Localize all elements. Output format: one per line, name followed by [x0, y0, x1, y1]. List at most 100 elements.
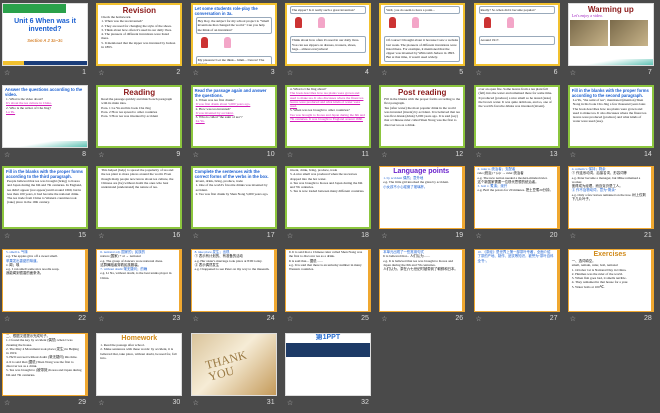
slide-thumbnail-28[interactable]: Exercises 一、选词填空。 smell, remain, ruler, bo… — [567, 249, 654, 312]
slide-thumbnail-15[interactable]: Fill in the blanks with the proper forms… — [2, 166, 88, 229]
slide-thumbnail-cell: Unit 6 When was it invented? Section A 2 … — [2, 3, 90, 83]
slide-transition-star-icon[interactable]: ☆ — [98, 399, 104, 407]
slide-transition-star-icon[interactable]: ☆ — [98, 151, 104, 159]
girl-figure — [223, 36, 231, 48]
slide-transition-star-icon[interactable]: ☆ — [476, 232, 482, 240]
slide-transition-star-icon[interactable]: ☆ — [4, 399, 10, 407]
slide-text: 3. A nice smell was produced when the te… — [289, 172, 357, 181]
slide-thumbnail-20[interactable]: 2. ruler n. 统治者；支配者 rule (统治) + (e)r → ru… — [473, 166, 560, 229]
slide-thumbnail-cell: Fill in the blanks with the proper forms… — [2, 166, 90, 246]
slide-text: over an open fire. Some leaves from a te… — [478, 87, 553, 109]
slide-title: Revision — [122, 6, 156, 15]
slide-thumbnail-31[interactable]: THANK YOU — [190, 333, 277, 396]
slide-text: e.g. Boil the potato for 20 minutes. 把土豆… — [477, 188, 553, 193]
slide-thumbnail-10[interactable]: Read the passage again and answer the qu… — [190, 85, 277, 148]
slide-thumbnail-8[interactable]: Answer the questions according to the vi… — [2, 85, 88, 148]
slide-text: 1. One of the world's favorite drinks wa… — [195, 183, 268, 192]
slide-transition-star-icon[interactable]: ☆ — [476, 151, 482, 159]
slide-transition-star-icon[interactable]: ☆ — [4, 69, 10, 77]
slide-transition-star-icon[interactable]: ☆ — [570, 69, 576, 77]
slide-transition-star-icon[interactable]: ☆ — [570, 232, 576, 240]
slide-transition-star-icon[interactable]: ☆ — [381, 232, 387, 240]
slide-thumbnail-cell: 5. smell n. 气味 e.g. The apples give off a… — [2, 249, 90, 329]
speech-bubble: The zipper? Is it really such a great in… — [289, 6, 366, 15]
slide-thumbnail-2[interactable]: Revision Check the homework. 1. When was t… — [96, 3, 183, 66]
slide-thumbnail-3[interactable]: Let some students role-play the conversa… — [190, 3, 277, 66]
slide-thumbnail-29[interactable]: 二、根据汉语提示完成句子。 1. I found the key by accid… — [2, 333, 88, 396]
slide-transition-star-icon[interactable]: ☆ — [98, 315, 104, 323]
slide-thumbnail-6[interactable]: Really? So when did it become popular? Ar… — [473, 3, 560, 66]
slide-text: 9. It is said that a Chinese ruler calle… — [288, 250, 363, 259]
slide-transition-star-icon[interactable]: ☆ — [381, 315, 387, 323]
slide-text: The book describes how tea plants were g… — [289, 91, 364, 109]
slide-thumbnail-22[interactable]: 5. smell n. 气味 e.g. The apples give off a… — [2, 249, 88, 312]
slide-transition-star-icon[interactable]: ☆ — [4, 232, 10, 240]
slide-transition-star-icon[interactable]: ☆ — [98, 69, 104, 77]
slide-thumbnail-21[interactable]: 4. remain v. 保持；剩余 ① 作连系动词，后接名词、形容词等 e.g. … — [567, 166, 654, 229]
slide-text: 2. Make sentences with these words: by a… — [100, 347, 177, 360]
slide-text: Tea (after water) the most popular drink… — [384, 105, 460, 127]
slide-thumbnail-27[interactable]: 10. 《茶经》是世界上第一部茶叶专著，全面介绍了茶的产地、制作、品饮等知识，被… — [473, 249, 560, 312]
slide-text: 5. Tea is now traded between many differ… — [289, 189, 365, 194]
slide-thumbnail-cell: invent, drink, bring, produce, trade 3. A… — [284, 166, 373, 246]
slide-thumbnail-5[interactable]: Well, you do seem to have a point... Of c… — [379, 3, 466, 66]
slide-thumbnail-cell: The zipper? Is it really such a great in… — [284, 3, 373, 83]
slide-transition-star-icon[interactable]: ☆ — [476, 315, 482, 323]
slide-transition-star-icon[interactable]: ☆ — [570, 151, 576, 159]
slide-transition-star-icon[interactable]: ☆ — [98, 232, 104, 240]
slide-thumbnail-14[interactable]: Fill in the blanks with the proper forms… — [567, 85, 654, 148]
slide-transition-star-icon[interactable]: ☆ — [287, 69, 293, 77]
slide-number: 15 — [78, 232, 86, 239]
slide-thumbnail-24[interactable]: 8. take place 发生；出现 ① 表示有计划的、有准备的活动 e.g. H… — [190, 249, 277, 312]
slide-thumbnail-17[interactable]: Complete the sentences with the correct … — [190, 166, 277, 229]
slide-thumbnail-26[interactable]: 本单元出现了一些常用句式 It is believed that... 人们认为…… — [379, 249, 466, 312]
slide-subtitle: Section A 2 3a~3c — [27, 38, 63, 43]
slide-thumbnail-12[interactable]: Post reading Fill in the blanks with the … — [379, 85, 466, 148]
slide-thumbnail-1[interactable]: Unit 6 When was it invented? Section A 2 … — [2, 3, 88, 66]
speech-bubble: Hey Roy, the subject for my school proje… — [195, 17, 272, 34]
slide-thumbnail-7[interactable]: Warming up Let's enjoy a video. — [567, 3, 654, 66]
slide-thumbnail-9[interactable]: Reading Read the passage quickly and matc… — [96, 85, 183, 148]
slide-thumbnail-25[interactable]: 9. It is said that a Chinese ruler calle… — [284, 249, 371, 312]
slide-text: Lu Yu, "the saint of tea", mentioned (me… — [572, 98, 647, 124]
slide-thumbnail-18[interactable]: invent, drink, bring, produce, trade 3. A… — [284, 166, 371, 229]
slide-transition-star-icon[interactable]: ☆ — [381, 151, 387, 159]
slide-thumbnail-19[interactable]: Language points 1. by accident 偶然；意外地 e.g.… — [379, 166, 466, 229]
slide-thumbnail-32[interactable]: 第1PPT — [284, 333, 371, 396]
slide-text: People believed that tea was brought (br… — [7, 179, 82, 205]
slide-thumbnail-16[interactable]: This helped (help) to spread the popular… — [96, 166, 183, 229]
slide-number: 27 — [549, 315, 558, 322]
slide-transition-star-icon[interactable]: ☆ — [193, 151, 199, 159]
slide-thumbnail-30[interactable]: Homework 1. Read the passage after school… — [96, 333, 183, 396]
video-photo — [569, 20, 608, 47]
slide-number: 24 — [266, 315, 275, 322]
slide-number: 18 — [361, 232, 369, 239]
slide-thumbnail-cell: Complete the sentences with the correct … — [190, 166, 279, 246]
slide-thumbnail-cell: Homework 1. Read the passage after school… — [96, 333, 184, 413]
slide-thumbnail-11[interactable]: 4. What is Cha Jing about? The book descr… — [284, 85, 371, 148]
slide-thumbnail-23[interactable]: 6. national adj. 国家的；民族的 nation (国家) + al… — [96, 249, 183, 312]
slide-thumbnail-13[interactable]: over an open fire. Some leaves from a te… — [473, 85, 560, 148]
slide-transition-star-icon[interactable]: ☆ — [287, 151, 293, 159]
slide-transition-star-icon[interactable]: ☆ — [193, 315, 199, 323]
slide-transition-star-icon[interactable]: ☆ — [193, 232, 199, 240]
slide-transition-star-icon[interactable]: ☆ — [476, 69, 482, 77]
slide-transition-star-icon[interactable]: ☆ — [287, 232, 293, 240]
title-banner — [3, 4, 87, 13]
slide-thumbnail-4[interactable]: The zipper? Is it really such a great in… — [284, 3, 371, 66]
slide-transition-star-icon[interactable]: ☆ — [4, 315, 10, 323]
slide-thumbnail-cell: over an open fire. Some leaves from a te… — [473, 85, 562, 165]
slide-transition-star-icon[interactable]: ☆ — [287, 399, 293, 407]
slide-transition-star-icon[interactable]: ☆ — [4, 151, 10, 159]
slide-transition-star-icon[interactable]: ☆ — [570, 315, 576, 323]
slide-title: Unit 6 When was it invented? — [14, 18, 76, 33]
slide-number: 11 — [361, 151, 369, 158]
slide-thumbnail-cell: 本单元出现了一些常用句式 It is believed that... 人们认为…… — [379, 249, 467, 329]
slide-transition-star-icon[interactable]: ☆ — [193, 69, 199, 77]
slide-number: 22 — [78, 315, 86, 322]
slide-title: Fill in the blanks with the proper forms… — [571, 88, 649, 98]
footer-bar — [3, 61, 87, 65]
slide-transition-star-icon[interactable]: ☆ — [193, 399, 199, 407]
slide-transition-star-icon[interactable]: ☆ — [381, 69, 387, 77]
slide-transition-star-icon[interactable]: ☆ — [287, 315, 293, 323]
